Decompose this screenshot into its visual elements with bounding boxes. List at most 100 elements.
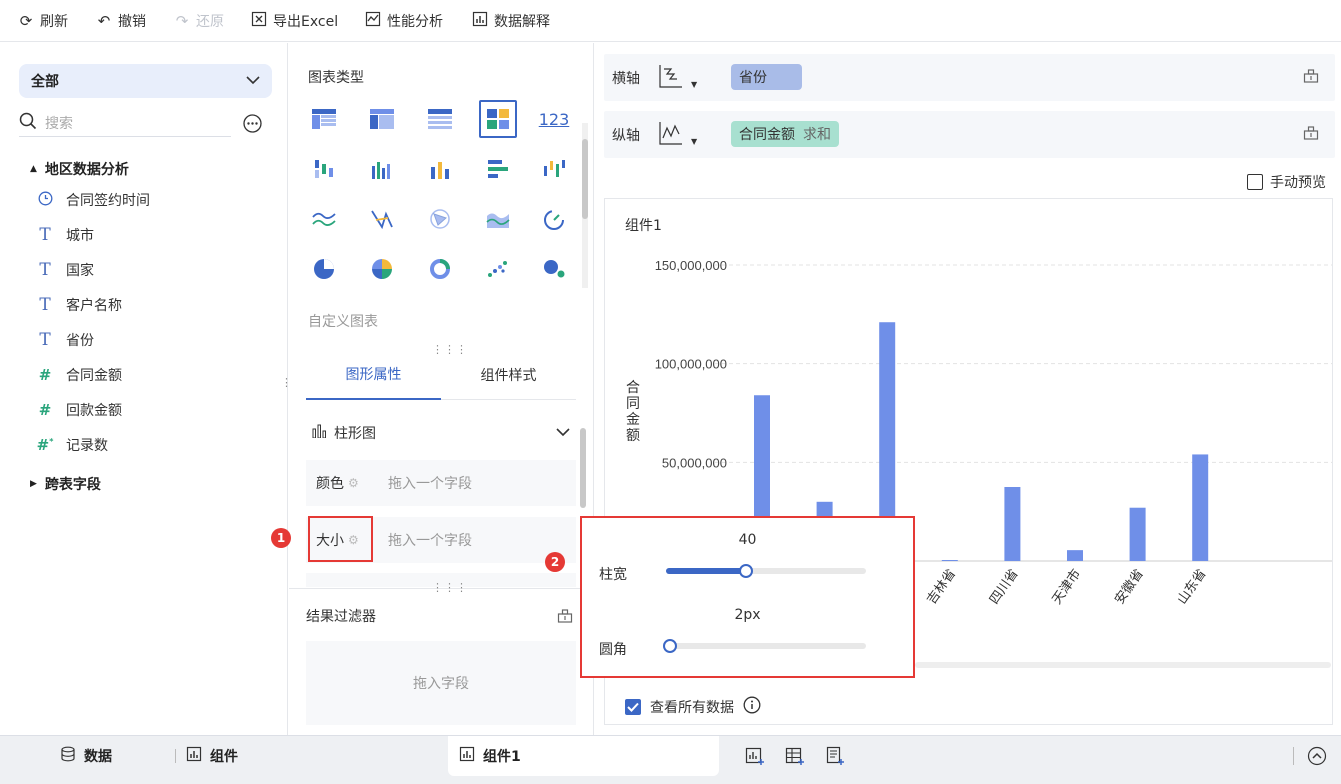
bar[interactable] xyxy=(941,560,958,562)
search-icon xyxy=(19,112,37,134)
redo-icon: ↷ xyxy=(175,12,189,30)
cross-table-icon[interactable] xyxy=(363,100,401,138)
chart-types-scrollbar[interactable] xyxy=(582,123,588,288)
view-all-data[interactable]: 查看所有数据 xyxy=(625,696,761,718)
field-item[interactable]: T 省份 xyxy=(36,328,94,352)
tab-component-style[interactable]: 组件样式 xyxy=(441,349,576,400)
chart-scrollbar[interactable] xyxy=(915,662,1331,668)
bubble-chart-icon[interactable] xyxy=(535,250,573,288)
text-field-icon: T xyxy=(39,225,51,245)
y-field-pill[interactable]: 合同金额 求和 xyxy=(731,121,839,147)
bar[interactable] xyxy=(1129,507,1146,561)
axis-settings-icon[interactable] xyxy=(1303,125,1319,141)
add-dashboard-icon[interactable] xyxy=(825,746,845,770)
redo-button[interactable]: ↷ 还原 xyxy=(173,0,224,42)
bar[interactable] xyxy=(1004,487,1021,561)
group-region-analysis[interactable]: ▲ 地区数据分析 xyxy=(30,159,129,179)
more-options-icon[interactable] xyxy=(243,114,262,137)
field-search[interactable]: 搜索 xyxy=(19,109,231,137)
rose-chart-icon[interactable] xyxy=(363,250,401,288)
range-chart-icon[interactable] xyxy=(535,150,573,188)
scatter-chart-icon[interactable] xyxy=(479,250,517,288)
drag-handle[interactable]: ⋮⋮⋮ xyxy=(432,581,468,594)
field-item[interactable]: T 国家 xyxy=(36,258,94,282)
number-field-icon: # xyxy=(38,401,52,419)
detail-table-icon[interactable] xyxy=(421,100,459,138)
result-filter-title: 结果过滤器 xyxy=(306,609,376,625)
component-tab[interactable]: 组件 xyxy=(186,736,238,776)
caret-down-icon[interactable]: ▼ xyxy=(691,80,697,89)
slider-thumb[interactable] xyxy=(663,639,677,653)
checkbox-checked-icon[interactable] xyxy=(625,699,641,715)
search-input[interactable]: 搜索 xyxy=(45,113,73,133)
color-property-row[interactable]: 颜色 ⚙ 拖入一个字段 xyxy=(306,460,576,506)
property-scrollbar[interactable] xyxy=(580,428,586,508)
manual-preview-checkbox[interactable]: 手动预览 xyxy=(1247,172,1326,192)
field-item[interactable]: # 合同金额 xyxy=(36,363,122,387)
field-item[interactable]: #* 记录数 xyxy=(36,433,108,457)
refresh-button[interactable]: ⟳ 刷新 xyxy=(17,0,68,42)
custom-chart-label[interactable]: 自定义图表 xyxy=(308,311,378,331)
tab-graph-properties[interactable]: 图形属性 xyxy=(306,349,441,400)
performance-analysis-button[interactable]: 性能分析 xyxy=(364,0,443,42)
axis-settings-icon[interactable] xyxy=(1303,68,1319,84)
data-tab[interactable]: 数据 xyxy=(60,736,112,776)
bar-width-slider[interactable] xyxy=(666,564,866,578)
active-component-tab[interactable]: 组件1 xyxy=(448,736,719,776)
x-tick-label: 吉林省 xyxy=(924,567,959,608)
donut-chart-icon[interactable] xyxy=(421,250,459,288)
waterfall-icon[interactable] xyxy=(305,150,343,188)
clock-icon xyxy=(36,191,54,210)
field-item[interactable]: 合同签约时间 xyxy=(36,188,150,212)
stacked-column-icon[interactable] xyxy=(421,150,459,188)
y-tick-label: 100,000,000 xyxy=(655,357,727,372)
polar-chart-icon[interactable] xyxy=(421,200,459,238)
bar[interactable] xyxy=(1067,550,1083,561)
add-table-icon[interactable] xyxy=(785,746,805,770)
checkbox[interactable] xyxy=(1247,174,1263,190)
add-component-icon[interactable] xyxy=(745,746,765,770)
dataset-select[interactable]: 全部 xyxy=(19,64,272,98)
export-excel-button[interactable]: 导出Excel xyxy=(250,0,338,42)
chevron-down-icon xyxy=(246,73,260,89)
data-explain-button[interactable]: 数据解释 xyxy=(471,0,550,42)
count-field-icon: #* xyxy=(36,436,54,454)
text-field-icon: T xyxy=(39,260,51,280)
info-icon[interactable] xyxy=(743,696,761,718)
filter-settings-icon[interactable] xyxy=(557,608,573,628)
collapse-up-icon[interactable] xyxy=(1307,746,1327,770)
group-cross-table[interactable]: ▶ 跨表字段 xyxy=(30,474,101,494)
radar-chart-icon[interactable] xyxy=(363,200,401,238)
bar[interactable] xyxy=(1192,454,1209,561)
svg-text:额: 额 xyxy=(626,428,640,444)
indicator-card-icon[interactable]: 123 xyxy=(535,100,573,138)
bottom-bar: 数据 组件 组件1 xyxy=(0,735,1341,784)
bar-chart-icon[interactable] xyxy=(479,150,517,188)
caret-down-icon[interactable]: ▼ xyxy=(691,137,697,146)
field-item[interactable]: T 客户名称 xyxy=(36,293,122,317)
settings-icon[interactable]: ⚙ xyxy=(348,476,359,490)
pie-chart-icon[interactable] xyxy=(305,250,343,288)
x-tick-label: 四川省 xyxy=(987,567,1022,608)
field-item[interactable]: # 回款金额 xyxy=(36,398,122,422)
line-chart-icon[interactable] xyxy=(305,200,343,238)
filter-drop-zone[interactable]: 拖入字段 xyxy=(306,641,576,725)
slider-thumb[interactable] xyxy=(739,564,753,578)
field-item[interactable]: T 城市 xyxy=(36,223,94,247)
caret-right-icon: ▶ xyxy=(30,479,37,489)
area-chart-icon[interactable] xyxy=(479,200,517,238)
excel-icon xyxy=(250,11,268,31)
gauge-icon[interactable] xyxy=(535,200,573,238)
undo-button[interactable]: ↶ 撤销 xyxy=(95,0,146,42)
x-tick-label: 安徽省 xyxy=(1112,567,1147,608)
grouped-table-icon[interactable] xyxy=(305,100,343,138)
chart-type-select[interactable]: 柱形图 xyxy=(306,417,576,449)
y-axis-type-icon[interactable] xyxy=(657,120,683,150)
caret-down-icon: ▲ xyxy=(30,164,37,174)
x-axis-type-icon[interactable] xyxy=(657,63,683,93)
x-field-pill[interactable]: 省份 xyxy=(731,64,802,90)
column-chart-icon[interactable] xyxy=(363,150,401,188)
custom-chart-icon[interactable] xyxy=(479,100,517,138)
chevron-down-icon xyxy=(556,425,570,441)
radius-slider[interactable] xyxy=(663,639,866,653)
